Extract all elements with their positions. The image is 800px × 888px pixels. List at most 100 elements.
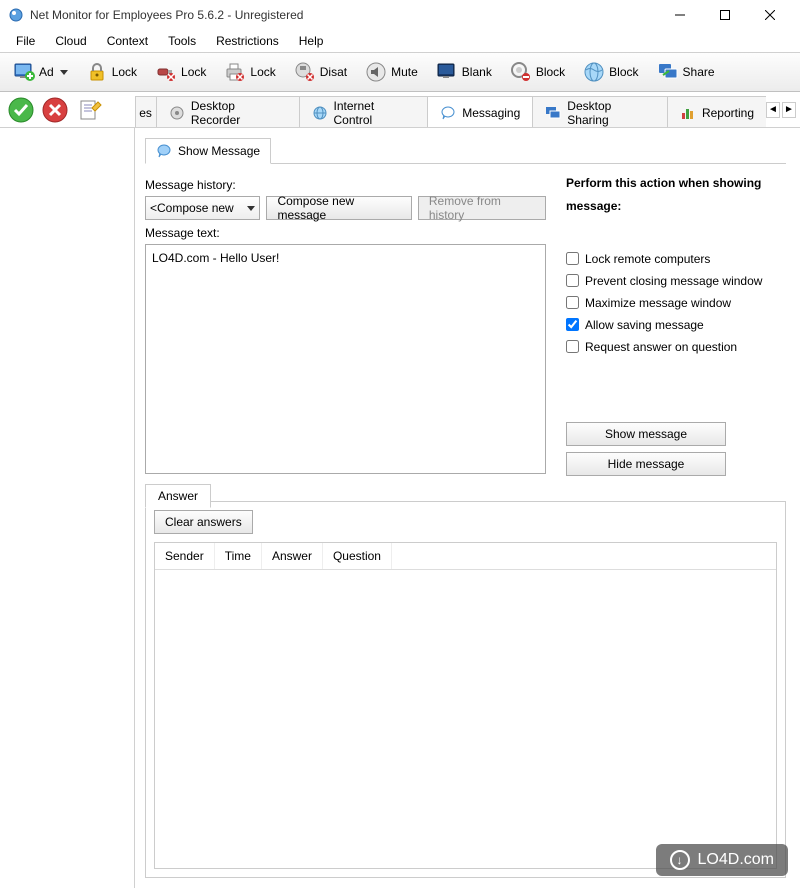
option-prevent-close[interactable]: Prevent closing message window [566,274,786,288]
toolbar: Ad Lock Lock Lock Disat Mute Blank Block… [0,52,800,92]
checkbox[interactable] [566,252,579,265]
toolbar-block-1[interactable]: Block [503,55,572,89]
tab-desktop-sharing[interactable]: Desktop Sharing [532,96,668,127]
tab-partial-left[interactable]: es [135,96,157,127]
toolbar-mute-label: Mute [391,65,418,79]
download-icon: ↓ [670,850,690,870]
menu-help[interactable]: Help [289,32,334,50]
tab-desktop-recorder[interactable]: Desktop Recorder [156,96,300,127]
block-globe-icon [583,61,605,83]
checkbox[interactable] [566,340,579,353]
menu-cloud[interactable]: Cloud [45,32,96,50]
history-label: Message history: [145,178,546,192]
show-message-tab[interactable]: Show Message [145,138,271,164]
toolbar-disable[interactable]: Disat [287,55,354,89]
block-gear-icon [510,61,532,83]
chevron-down-icon [60,70,68,75]
toolbar-add-label: Ad [39,65,54,79]
toolbar-block-2[interactable]: Block [576,55,645,89]
toolbar-lock-2[interactable]: Lock [148,55,213,89]
content-row: Show Message Message history: <Compose n… [0,128,800,888]
col-question[interactable]: Question [323,543,392,569]
toolbar-add-button[interactable]: Ad [6,55,75,89]
answer-panel: Clear answers Sender Time Answer Questio… [145,501,786,878]
grid-header: Sender Time Answer Question [155,543,776,570]
monitor-blank-icon [436,61,458,83]
toolbar-blank-label: Blank [462,65,492,79]
toolbar-mute[interactable]: Mute [358,55,425,89]
maximize-button[interactable] [702,1,747,29]
minimize-button[interactable] [657,1,702,29]
clear-answers-button[interactable]: Clear answers [154,510,253,534]
answers-grid[interactable]: Sender Time Answer Question [154,542,777,869]
menu-file[interactable]: File [6,32,45,50]
tab-scroll-arrows: ◄ ► [766,92,800,127]
answer-tab[interactable]: Answer [145,484,211,508]
perform-action-title: Perform this action when showing message… [566,172,786,218]
toolbar-blank[interactable]: Blank [429,55,499,89]
toolbar-block-2-label: Block [609,65,638,79]
option-maximize[interactable]: Maximize message window [566,296,786,310]
usb-lock-icon [155,61,177,83]
col-answer[interactable]: Answer [262,543,323,569]
checkbox[interactable] [566,296,579,309]
toolbar-lock-3-label: Lock [250,65,275,79]
mute-icon [365,61,387,83]
accept-button[interactable] [8,97,34,123]
toolbar-lock-3[interactable]: Lock [217,55,282,89]
option-lock-remote[interactable]: Lock remote computers [566,252,786,266]
left-action-bar [0,92,135,127]
reject-button[interactable] [42,97,68,123]
menu-bar: File Cloud Context Tools Restrictions He… [0,30,800,52]
disable-icon [294,61,316,83]
menu-tools[interactable]: Tools [158,32,206,50]
tab-scroll-right[interactable]: ► [782,102,796,118]
printer-lock-icon [224,61,246,83]
tab-internet-control[interactable]: Internet Control [299,96,429,127]
toolbar-lock-1-label: Lock [112,65,137,79]
show-message-button[interactable]: Show message [566,422,726,446]
tabstrip-row: es Desktop Recorder Internet Control Mes… [0,92,800,128]
col-sender[interactable]: Sender [155,543,215,569]
watermark: ↓ LO4D.com [656,844,788,876]
close-button[interactable] [747,1,792,29]
app-icon [8,7,24,23]
tab-messaging[interactable]: Messaging [427,96,533,127]
message-text-label: Message text: [145,226,546,240]
toolbar-lock-2-label: Lock [181,65,206,79]
col-time[interactable]: Time [215,543,262,569]
menu-context[interactable]: Context [97,32,158,50]
chat-icon [440,105,456,121]
menu-restrictions[interactable]: Restrictions [206,32,289,50]
toolbar-share[interactable]: Share [650,55,722,89]
message-text-input[interactable] [145,244,546,474]
window-title: Net Monitor for Employees Pro 5.6.2 - Un… [30,8,657,22]
tab-reporting[interactable]: Reporting [667,96,766,127]
main-panel: Show Message Message history: <Compose n… [135,128,800,888]
checkbox[interactable] [566,274,579,287]
chevron-down-icon [247,206,255,211]
tab-list: es Desktop Recorder Internet Control Mes… [135,92,766,127]
share-icon [657,61,679,83]
checkbox[interactable] [566,318,579,331]
toolbar-block-1-label: Block [536,65,565,79]
title-bar: Net Monitor for Employees Pro 5.6.2 - Un… [0,0,800,30]
compose-new-button[interactable]: Compose new message [266,196,411,220]
hide-message-button[interactable]: Hide message [566,452,726,476]
remove-history-button[interactable]: Remove from history [418,196,546,220]
toolbar-share-label: Share [683,65,715,79]
monitor-add-icon [13,61,35,83]
globe-icon [312,105,328,121]
padlock-yellow-icon [86,61,108,83]
recorder-icon [169,105,185,121]
tab-scroll-left[interactable]: ◄ [766,102,780,118]
desktop-share-icon [545,105,561,121]
sidebar [0,128,135,888]
toolbar-disable-label: Disat [320,65,347,79]
option-allow-save[interactable]: Allow saving message [566,318,786,332]
bars-icon [680,105,696,121]
option-request-answer[interactable]: Request answer on question [566,340,786,354]
edit-button[interactable] [76,96,104,124]
toolbar-lock-1[interactable]: Lock [79,55,144,89]
compose-dropdown[interactable]: <Compose new [145,196,260,220]
